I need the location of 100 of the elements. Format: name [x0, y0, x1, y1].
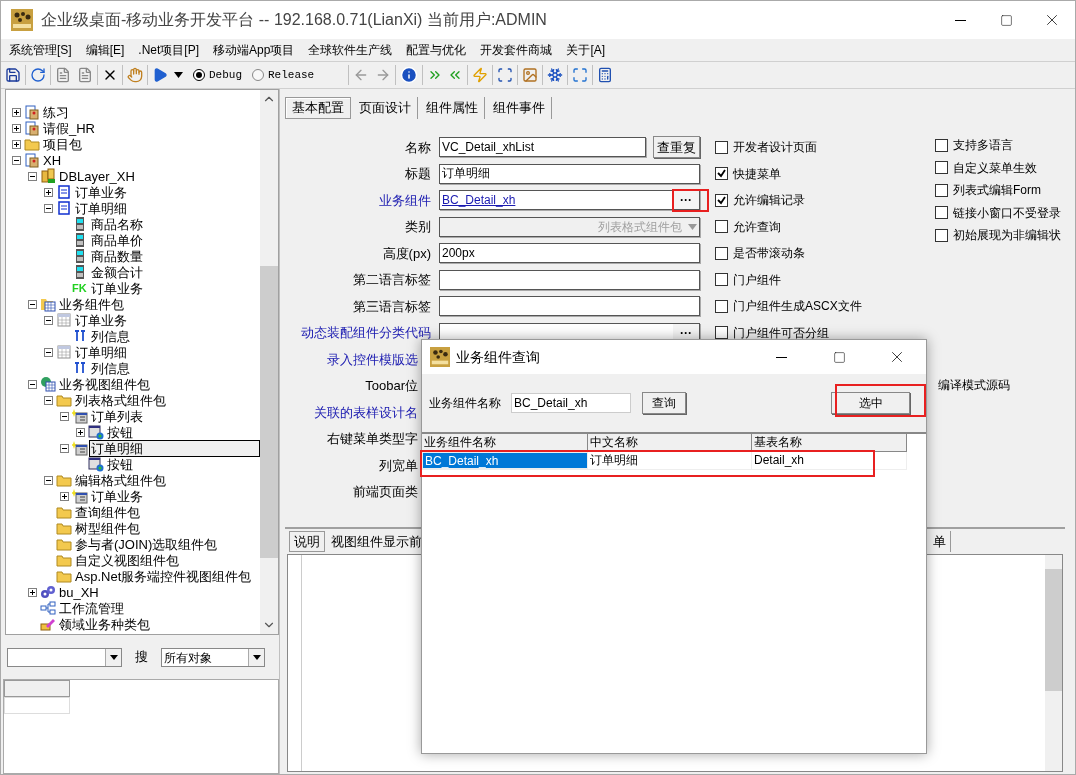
tree-item[interactable]: 订单列表	[89, 407, 145, 425]
checkbox[interactable]	[715, 326, 728, 340]
scope-select[interactable]: 所有对象	[161, 647, 265, 667]
tab[interactable]: 页面设计	[353, 97, 418, 119]
tree-toggle[interactable]	[28, 379, 37, 389]
query-button[interactable]: 查询	[642, 392, 686, 414]
tree-item[interactable]: 商品数量	[89, 247, 145, 265]
menu-item[interactable]: 配置与优化	[399, 41, 474, 59]
tree-toggle[interactable]	[44, 187, 53, 197]
tree-item[interactable]: 参与者(JOIN)选取组件包	[73, 535, 220, 553]
tree-item[interactable]: XH	[41, 151, 64, 169]
tree-item[interactable]: 查询组件包	[73, 503, 142, 521]
text-field[interactable]: VC_Detail_xhList	[439, 137, 646, 158]
radio-label[interactable]: Release	[268, 66, 315, 84]
tree-item[interactable]: 订单业务	[89, 279, 145, 297]
tab[interactable]: 基本配置	[285, 97, 351, 119]
info-icon[interactable]	[400, 66, 419, 84]
tree-item[interactable]: 列表格式组件包	[73, 391, 168, 409]
tree-toggle[interactable]	[28, 299, 37, 309]
tree-item[interactable]: 商品单价	[89, 231, 145, 249]
tree-toggle[interactable]	[28, 171, 37, 181]
tree-item[interactable]: 订单业务	[73, 183, 129, 201]
checkbox[interactable]	[715, 220, 728, 234]
menu-item[interactable]: 关于[A]	[559, 41, 613, 59]
dropdown-caret-icon[interactable]	[174, 72, 183, 78]
picker-value[interactable]: BC_Detail_xh	[442, 191, 516, 210]
scrollbar[interactable]	[1045, 555, 1062, 771]
tree-item[interactable]: 订单明细	[73, 343, 129, 361]
tree-item[interactable]: 工作流管理	[57, 599, 126, 617]
tab[interactable]: 组件属性	[420, 97, 485, 119]
refresh-icon[interactable]	[30, 67, 46, 83]
tree-item[interactable]: 按钮	[105, 455, 135, 473]
text-field[interactable]	[439, 269, 700, 290]
tree-item[interactable]: 订单业务	[73, 311, 129, 329]
tree-item[interactable]: DBLayer_XH	[57, 167, 137, 185]
tree-toggle[interactable]	[44, 395, 53, 405]
tree-item[interactable]: 请假_HR	[41, 119, 97, 137]
document-icon[interactable]	[77, 67, 93, 83]
checkbox[interactable]	[935, 161, 948, 175]
radio-button[interactable]	[193, 69, 205, 81]
checkbox[interactable]	[715, 273, 728, 287]
picker-field[interactable]: BC_Detail_xh ···	[439, 190, 700, 211]
object-combobox[interactable]	[7, 647, 122, 667]
tab[interactable]: 说明	[289, 531, 325, 552]
tree-item[interactable]: 订单明细	[88, 439, 260, 457]
tree-toggle[interactable]	[76, 427, 85, 437]
tree-toggle[interactable]	[12, 123, 21, 133]
tree-toggle[interactable]	[60, 411, 69, 421]
tree-toggle[interactable]	[44, 315, 53, 325]
scrollbar-thumb[interactable]	[1045, 569, 1062, 691]
component-name-field[interactable]: BC_Detail_xh	[511, 393, 631, 413]
tab[interactable]: 单	[929, 531, 951, 552]
checkbox[interactable]	[935, 228, 948, 242]
tree-item[interactable]: 项目包	[41, 135, 84, 153]
tree-toggle[interactable]	[59, 443, 69, 453]
column-header[interactable]: 中文名称	[588, 434, 752, 451]
scrollbar[interactable]	[260, 90, 278, 634]
text-field[interactable]: 订单明细	[439, 163, 700, 184]
menu-item[interactable]: 编辑[E]	[78, 41, 132, 59]
checkbox[interactable]	[715, 140, 728, 154]
tree-toggle[interactable]	[44, 203, 53, 213]
menu-item[interactable]: 开发套件商城	[473, 41, 560, 59]
tree-toggle[interactable]	[28, 587, 37, 597]
checkbox[interactable]	[715, 299, 728, 313]
tab[interactable]: 组件事件	[487, 97, 552, 119]
tree-item[interactable]: 按钮	[105, 423, 135, 441]
menu-item[interactable]: 移动端App项目	[206, 41, 302, 59]
radio-button[interactable]	[252, 69, 264, 81]
run-icon[interactable]	[152, 67, 168, 83]
tree-item[interactable]: 自定义视图组件包	[73, 551, 181, 569]
image-icon[interactable]	[522, 67, 539, 83]
checkbox[interactable]	[715, 246, 728, 260]
check-duplicate-button[interactable]: 查重复	[653, 136, 700, 159]
column-header[interactable]: 基表名称	[752, 434, 907, 451]
checkbox[interactable]	[935, 206, 948, 220]
menu-item[interactable]: .Net项目[P]	[131, 41, 207, 59]
browse-button[interactable]: ···	[673, 191, 699, 210]
menu-item[interactable]: 系统管理[S]	[2, 41, 79, 59]
tree-item[interactable]: 业务组件包	[57, 295, 126, 313]
text-field[interactable]	[439, 296, 700, 317]
tree-item[interactable]: 练习	[41, 103, 71, 121]
checkbox[interactable]	[935, 138, 948, 152]
tree-toggle[interactable]	[44, 475, 53, 485]
tree-item[interactable]: 业务视图组件包	[57, 375, 152, 393]
tree-item[interactable]: 编辑格式组件包	[73, 471, 168, 489]
tree-toggle[interactable]	[12, 155, 21, 165]
tree-item[interactable]: bu_XH	[57, 583, 101, 601]
checkbox[interactable]	[715, 193, 728, 207]
tree-item[interactable]: 订单业务	[89, 487, 145, 505]
tree-item[interactable]: Asp.Net服务端控件视图组件包	[73, 567, 254, 585]
tree-item[interactable]: 列信息	[89, 359, 132, 377]
document-icon[interactable]	[55, 67, 71, 83]
select-button[interactable]: 选中	[831, 392, 910, 414]
menu-item[interactable]: 全球软件生产线	[301, 41, 400, 59]
snowflake-icon[interactable]	[547, 67, 564, 83]
calculator-icon[interactable]	[597, 67, 614, 83]
expand-icon[interactable]	[572, 67, 589, 83]
tree-item[interactable]: 金额合计	[89, 263, 145, 281]
tree-toggle[interactable]	[44, 347, 53, 357]
save-icon[interactable]	[5, 67, 21, 83]
